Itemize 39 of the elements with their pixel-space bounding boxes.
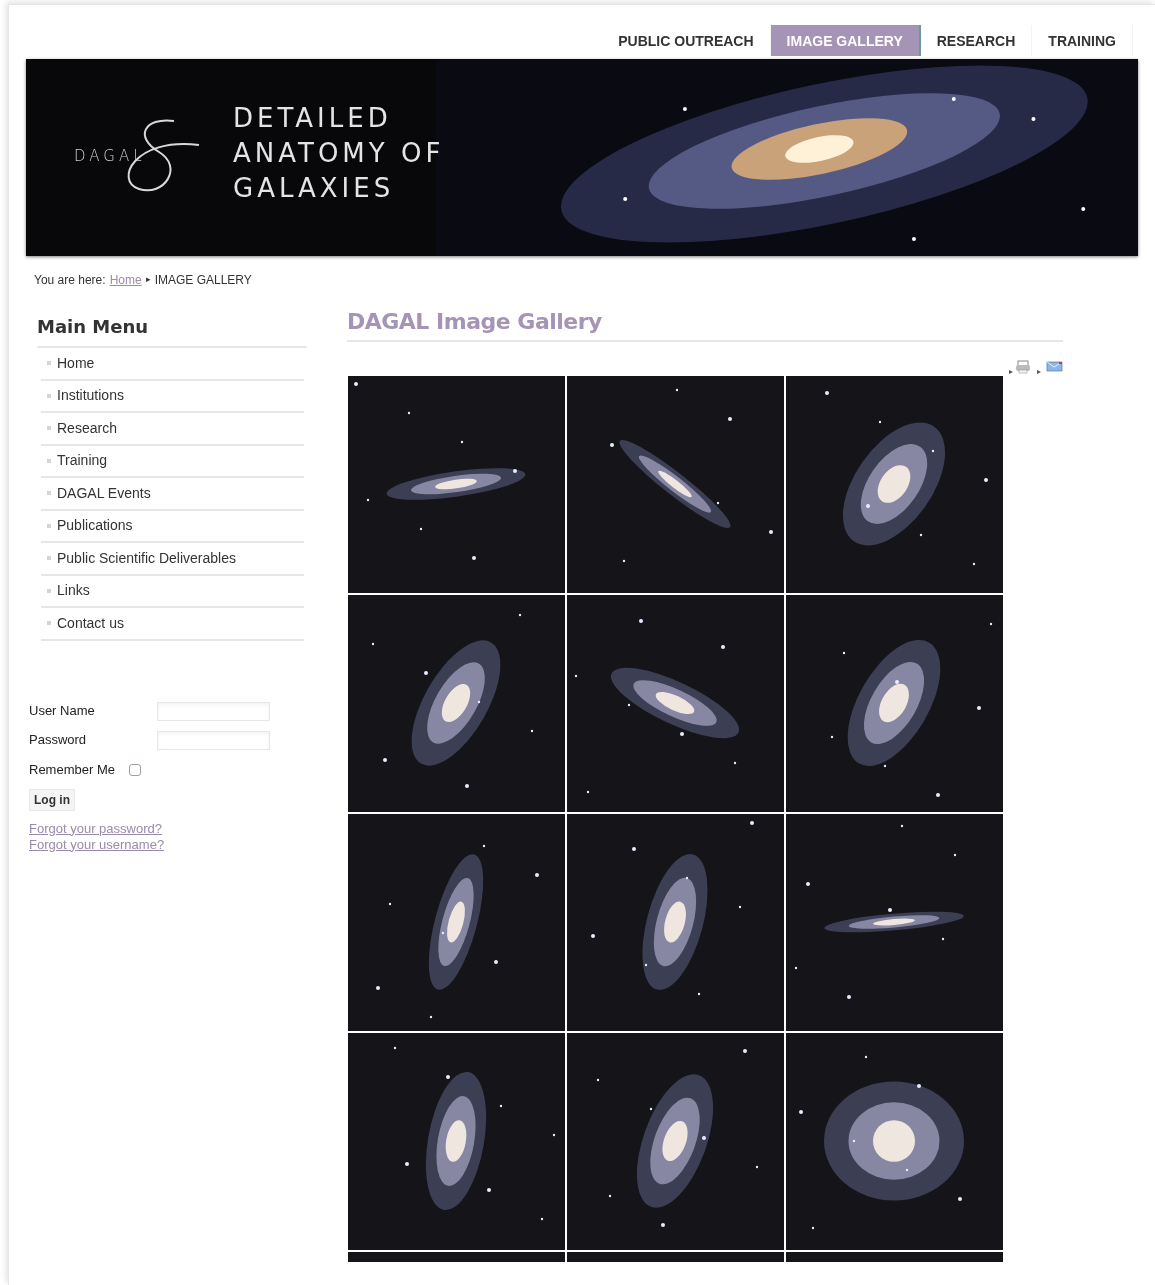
bullet-icon [47,361,51,366]
menu-link[interactable]: Public Scientific Deliverables [57,547,236,569]
email-icon[interactable] [1037,360,1063,374]
bullet-icon [47,588,51,593]
password-field[interactable] [157,730,270,750]
bullet-icon [47,458,51,463]
print-icon[interactable] [1009,360,1033,374]
username-field[interactable] [157,701,270,721]
menu-link[interactable]: Training [57,450,108,472]
nav-tab[interactable]: RESEARCH [920,25,1033,56]
nav-tab[interactable]: PUBLIC OUTREACH [602,25,771,56]
menu-link[interactable]: DAGAL Events [57,482,151,504]
login-button[interactable]: Log in [29,788,75,811]
banner-title-line: GALAXIES [233,172,396,205]
page-heading: DAGAL Image Gallery [347,305,1063,342]
menu-heading: Main Menu [37,313,307,348]
menu-link[interactable]: Research [57,417,117,439]
breadcrumb-separator: ▸ [145,273,151,287]
banner-title-line: ANATOMY OF [233,137,445,170]
bullet-icon [47,426,51,431]
menu-link[interactable]: Home [57,352,95,374]
bullet-icon [47,621,51,626]
menu-link[interactable]: Links [57,580,90,602]
menu-link[interactable]: Contact us [57,612,124,634]
checkbox-label: Remember Me [29,760,115,779]
breadcrumb-current: IMAGE GALLERY [154,272,252,289]
field-label: User Name [29,702,96,721]
banner-title-line: DETAILED [233,102,393,135]
bullet-icon [47,491,51,496]
breadcrumb-label: You are here: [34,272,106,289]
menu-link[interactable]: Publications [57,515,133,537]
remember-checkbox[interactable] [128,763,141,776]
bullet-icon [47,556,51,561]
field-label: Password [29,731,88,750]
logo-text: DAGAL [74,146,146,167]
menu-link[interactable]: Institutions [57,385,124,407]
bullet-icon [47,393,51,398]
bullet-icon [47,523,51,528]
nav-tab[interactable]: TRAINING [1032,25,1133,56]
